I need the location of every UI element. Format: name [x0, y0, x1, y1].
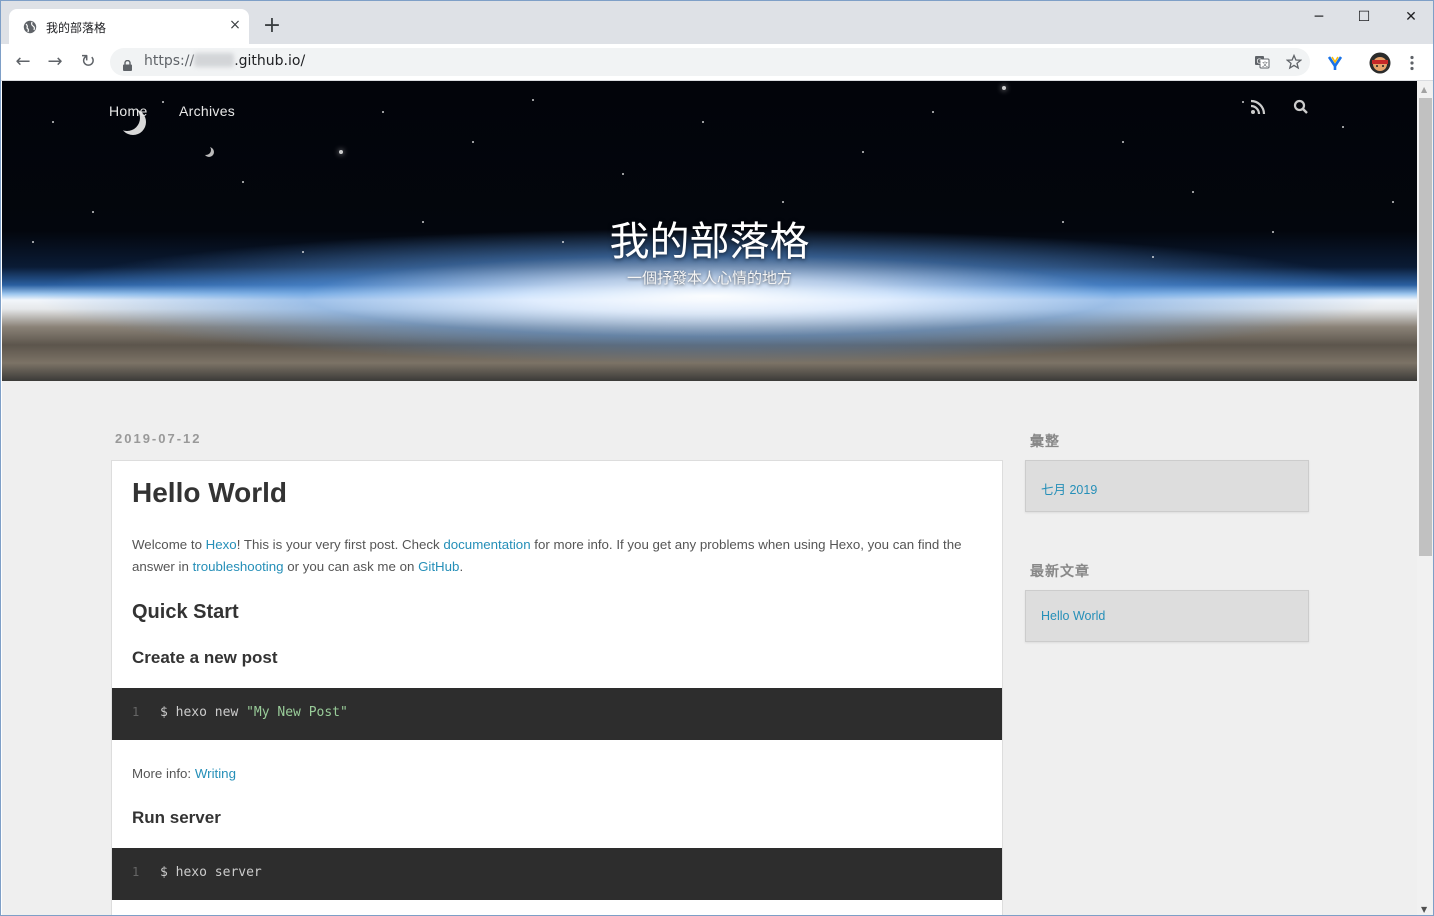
archive-month-link[interactable]: 七月 2019 — [1041, 479, 1097, 498]
post-date[interactable]: 2019-07-12 — [115, 431, 202, 446]
search-icon[interactable] — [1293, 99, 1311, 117]
close-tab-icon[interactable]: × — [227, 17, 243, 33]
rss-icon[interactable] — [1250, 99, 1268, 117]
nav-home-link[interactable]: Home — [109, 103, 148, 119]
menu-icon[interactable] — [1403, 54, 1421, 72]
code-command: $ hexo new — [160, 705, 247, 720]
troubleshooting-link[interactable]: troubleshooting — [193, 559, 284, 574]
url-host: .github.io/ — [234, 53, 306, 69]
line-number: 1 — [132, 705, 140, 719]
code-line: $ hexo server — [160, 865, 262, 880]
run-server-heading: Run server — [132, 808, 221, 827]
page-viewport: Home Archives 我的部落格 一個抒發本人心情的地方 2019-07-… — [2, 81, 1417, 915]
hexo-link[interactable]: Hexo — [206, 537, 237, 552]
more-info-label: More info: — [132, 766, 195, 781]
code-block: 1 $ hexo new "My New Post" — [112, 688, 1002, 740]
scroll-up-arrow[interactable]: ▲ — [1421, 85, 1427, 94]
reload-button[interactable]: ↻ — [78, 52, 98, 72]
github-link[interactable]: GitHub — [418, 559, 459, 574]
browser-window: 我的部落格 × + ─ ☐ ✕ ← → ↻ https:// .github.io… — [0, 0, 1434, 916]
writing-link[interactable]: Writing — [195, 766, 236, 781]
url-scheme: https:// — [144, 53, 195, 69]
recent-posts-widget-title: 最新文章 — [1030, 564, 1090, 580]
tab-strip: 我的部落格 × + ─ ☐ ✕ — [1, 1, 1433, 44]
more-info: More info: Writing — [132, 763, 984, 785]
quick-start-heading: Quick Start — [132, 601, 239, 623]
small-moon-decoration — [204, 147, 214, 157]
tab-title: 我的部落格 — [46, 21, 107, 35]
code-line: $ hexo new "My New Post" — [160, 705, 348, 720]
line-number: 1 — [132, 865, 140, 879]
site-subtitle: 一個抒發本人心情的地方 — [626, 269, 792, 287]
star-icon[interactable] — [1285, 53, 1303, 70]
intro-text: ! This is your very first post. Check — [236, 537, 444, 552]
intro-text: . — [459, 559, 464, 574]
archives-widget-title: 彙整 — [1030, 434, 1060, 450]
scroll-down-arrow[interactable]: ▼ — [1421, 905, 1427, 914]
maximize-button[interactable]: ☐ — [1354, 7, 1374, 27]
profile-avatar[interactable] — [1369, 52, 1391, 74]
recent-posts-widget: Hello World — [1025, 590, 1309, 642]
browser-toolbar: ← → ↻ https:// .github.io/ G文 — [1, 44, 1433, 81]
lock-icon[interactable] — [123, 56, 132, 71]
redacted-username — [194, 53, 235, 67]
intro-text: Welcome to — [132, 537, 206, 552]
recent-post-link[interactable]: Hello World — [1041, 609, 1105, 623]
archives-widget: 七月 2019 — [1025, 460, 1309, 512]
code-block: 1 $ hexo server — [112, 848, 1002, 900]
new-tab-button[interactable]: + — [262, 15, 282, 37]
site-title: 我的部落格 — [609, 219, 810, 265]
create-post-heading: Create a new post — [132, 648, 278, 667]
documentation-link[interactable]: documentation — [443, 537, 530, 552]
globe-icon — [23, 19, 37, 34]
address-bar[interactable]: https:// .github.io/ G文 — [110, 48, 1310, 76]
forward-button[interactable]: → — [45, 52, 65, 72]
post-title[interactable]: Hello World — [132, 477, 287, 509]
intro-text: or you can ask me on — [283, 559, 419, 574]
nav-archives-link[interactable]: Archives — [179, 103, 235, 119]
svg-text:文: 文 — [1262, 61, 1268, 69]
minimize-button[interactable]: ─ — [1309, 7, 1329, 27]
browser-tab[interactable]: 我的部落格 × — [9, 9, 249, 44]
extension-icon[interactable] — [1326, 54, 1344, 72]
page-scrollbar[interactable]: ▲ ▼ — [1417, 81, 1433, 915]
header-banner: Home Archives 我的部落格 一個抒發本人心情的地方 — [2, 81, 1417, 381]
back-button[interactable]: ← — [13, 52, 33, 72]
post-article: Hello World Welcome to Hexo! This is you… — [111, 460, 1003, 915]
close-window-button[interactable]: ✕ — [1401, 7, 1421, 27]
code-string: "My New Post" — [246, 705, 348, 720]
post-intro: Welcome to Hexo! This is your very first… — [132, 534, 984, 578]
translate-icon[interactable]: G文 — [1254, 54, 1270, 70]
scroll-thumb[interactable] — [1419, 98, 1432, 556]
url-text[interactable]: https:// .github.io/ — [144, 53, 305, 69]
